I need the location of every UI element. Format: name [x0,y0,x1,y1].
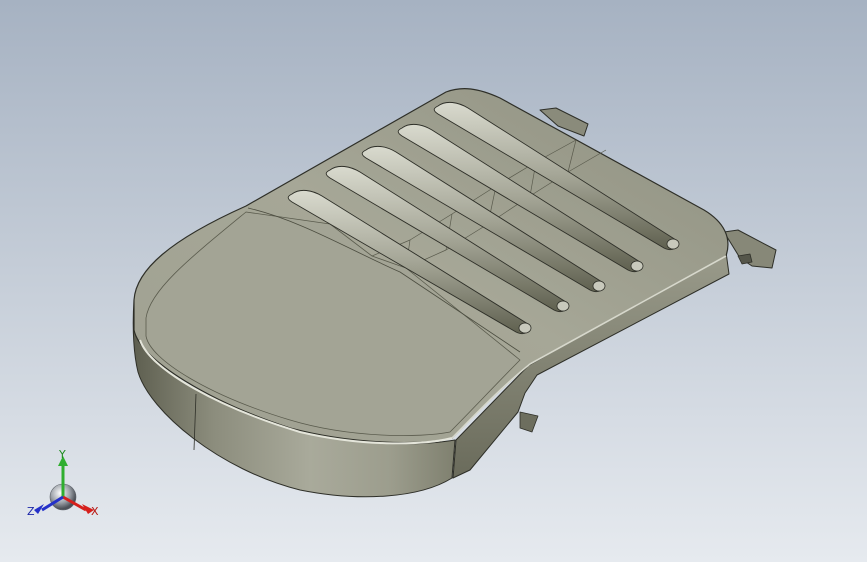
rib-4-end [630,260,644,272]
rib-2-end [556,300,570,312]
triad-y-label: Y [58,448,66,461]
rib-3-end [592,280,606,292]
triad-x-label: X [91,505,99,518]
3d-viewport[interactable]: Y X Z [0,0,867,562]
rib-1-end [518,322,532,334]
triad-z-label: Z [27,505,35,518]
model-canvas[interactable]: Y X Z [0,0,867,562]
rib-5-end [666,238,680,250]
